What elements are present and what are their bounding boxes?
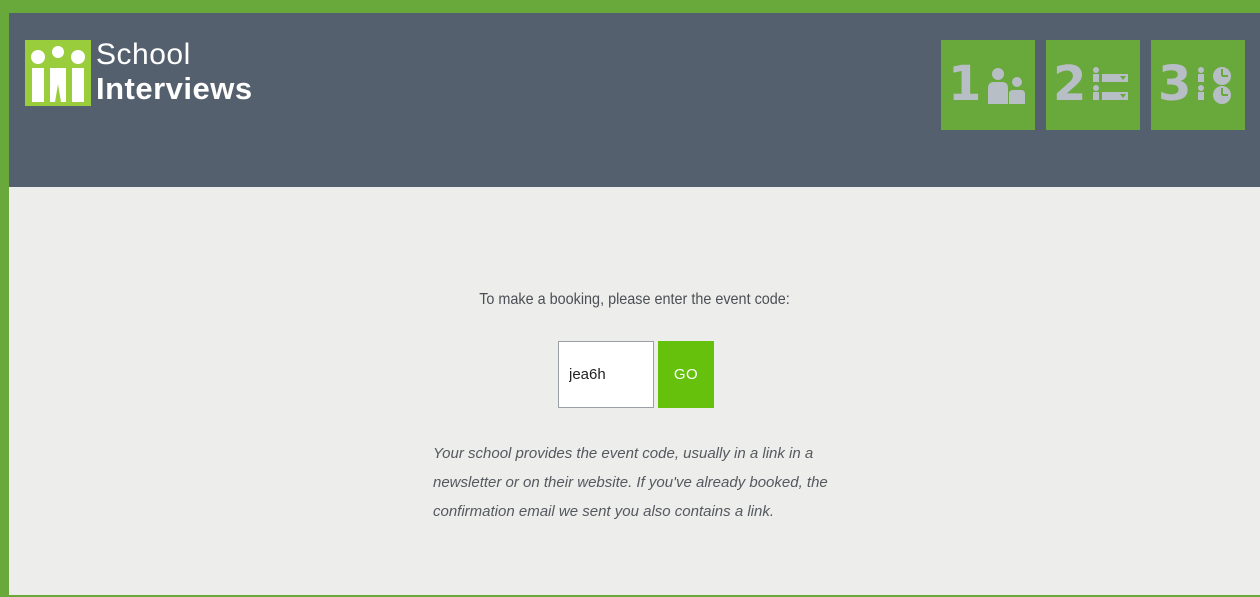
logo-interviews: Interviews (96, 71, 253, 106)
step-number: 1 (948, 56, 982, 112)
schedule-icon (1198, 67, 1231, 104)
list-icon (1093, 67, 1128, 100)
help-line: Your school provides the event code, usu… (433, 445, 814, 462)
event-code-input[interactable] (558, 341, 654, 408)
step-number: 3 (1158, 56, 1192, 112)
booking-prompt: To make a booking, please enter the even… (479, 291, 790, 308)
logo-school: School (96, 38, 191, 71)
app-frame: School Interviews 1 2 3 To make a bookin… (0, 0, 1260, 597)
step-1: 1 (941, 40, 1035, 130)
main-content: To make a booking, please enter the even… (9, 187, 1260, 595)
help-text: Your school provides the event code, usu… (433, 439, 853, 526)
go-button[interactable]: GO (658, 341, 714, 408)
help-line: confirmation email we sent you also cont… (433, 503, 775, 520)
people-icon (988, 68, 1025, 104)
school-interviews-logo-icon (25, 40, 91, 106)
help-line: newsletter or on their website. If you'v… (433, 474, 828, 491)
header: School Interviews 1 2 3 (9, 13, 1260, 187)
logo-text: School Interviews (96, 38, 253, 106)
step-2: 2 (1046, 40, 1140, 130)
step-3: 3 (1151, 40, 1245, 130)
step-number: 2 (1053, 56, 1087, 112)
